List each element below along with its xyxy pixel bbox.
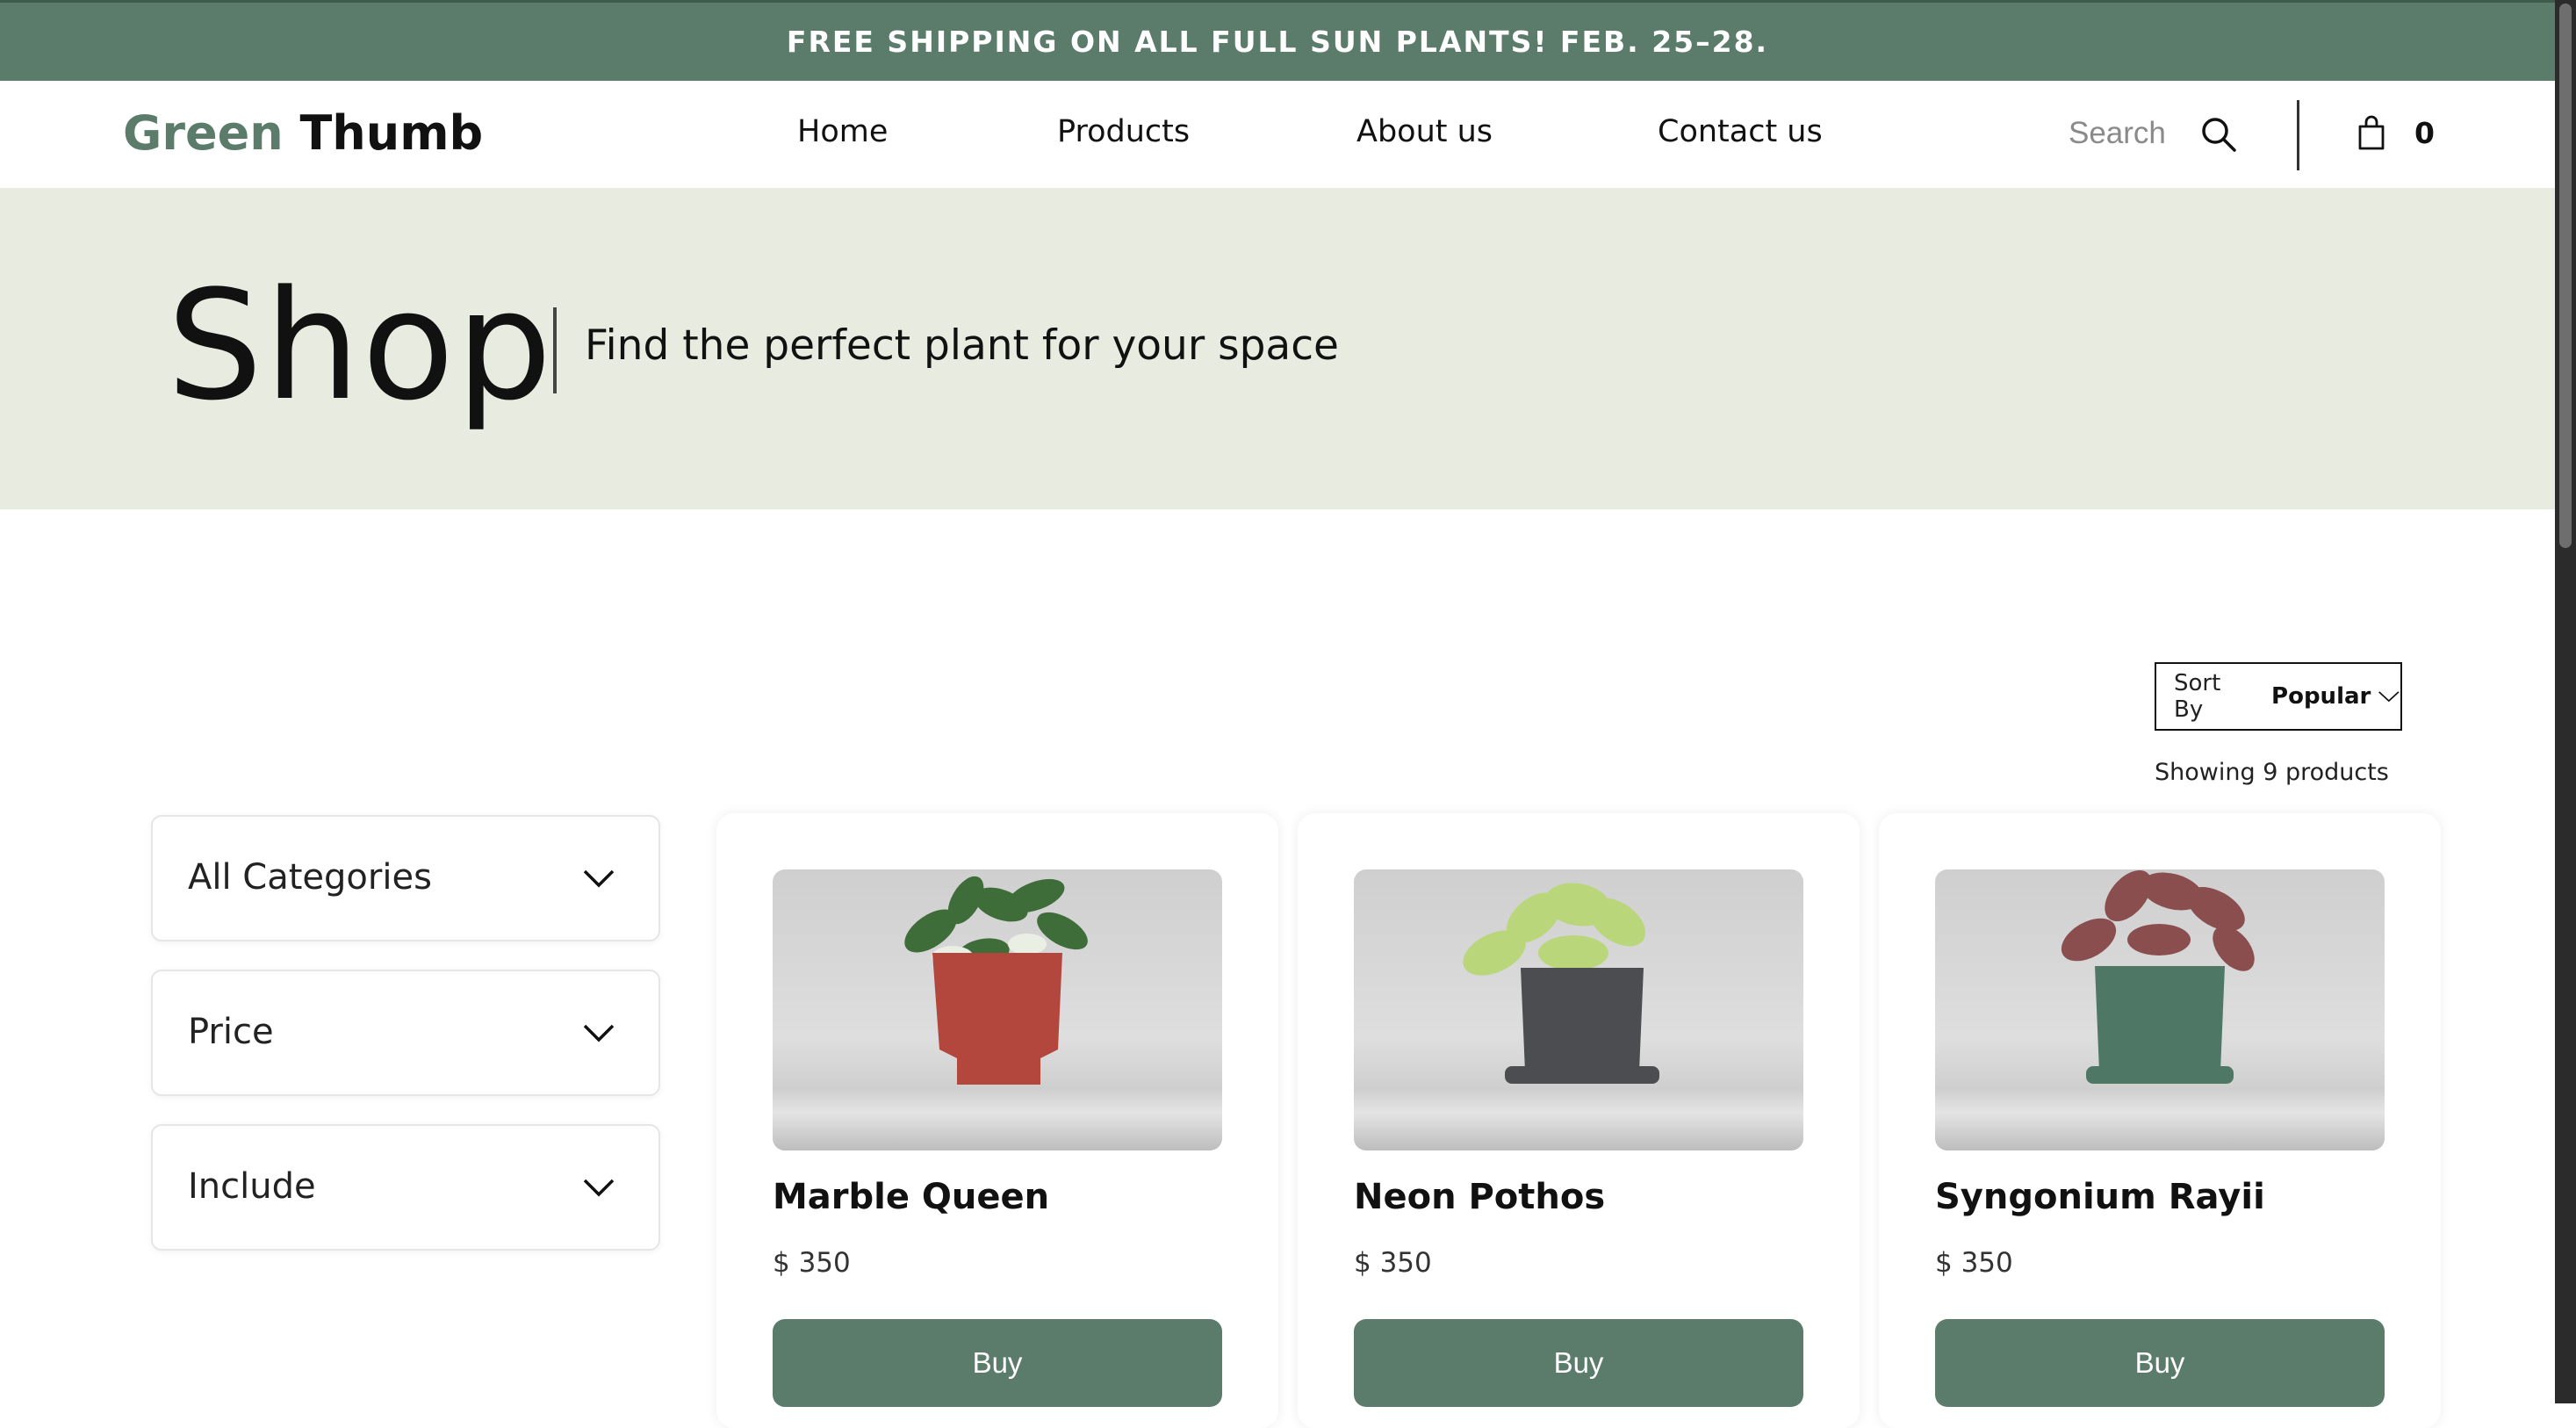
filter-label: Include [188, 1166, 316, 1207]
product-name[interactable]: Marble Queen [773, 1177, 1049, 1217]
search-input[interactable]: Search [2069, 116, 2166, 151]
buy-button-label: Buy [972, 1346, 1023, 1379]
sort-value: Popular [2271, 683, 2371, 710]
product-count-text: Showing 9 products [2155, 759, 2389, 786]
filter-include[interactable]: Include [151, 1124, 660, 1251]
hero-divider [553, 307, 557, 393]
product-name[interactable]: Neon Pothos [1354, 1177, 1605, 1217]
product-card[interactable]: Syngonium Rayii $ 350 Buy [1879, 813, 2441, 1428]
plant-illustration [904, 876, 1088, 1085]
nav-about-us[interactable]: About us [1356, 114, 1493, 149]
plant-illustration [2061, 869, 2255, 1084]
announcement-text: FREE SHIPPING ON ALL FULL SUN PLANTS! FE… [786, 25, 1769, 59]
nav-products[interactable]: Products [1057, 114, 1190, 149]
product-image[interactable] [773, 869, 1222, 1150]
cart-count: 0 [2414, 116, 2435, 150]
product-card[interactable]: Marble Queen $ 350 Buy [716, 813, 1278, 1428]
filter-categories[interactable]: All Categories [151, 815, 660, 941]
site-header: Green Thumb Home Products About us Conta… [0, 81, 2555, 188]
logo-word-thumb: Thumb [299, 105, 484, 161]
filter-label: All Categories [188, 857, 432, 898]
leaf-variegation [1008, 934, 1047, 955]
sort-dropdown[interactable]: Sort By Popular [2155, 662, 2402, 731]
sort-label: Sort By [2174, 670, 2221, 723]
nav-home[interactable]: Home [797, 114, 888, 149]
search-icon[interactable] [2200, 116, 2237, 153]
chevron-down-icon [2378, 691, 2400, 703]
leaf [2127, 924, 2191, 956]
product-card[interactable]: Neon Pothos $ 350 Buy [1298, 813, 1860, 1428]
buy-button[interactable]: Buy [1935, 1319, 2385, 1407]
buy-button-label: Buy [1553, 1346, 1604, 1379]
leaf [1538, 935, 1608, 970]
chevron-down-icon [583, 1024, 615, 1042]
hero-banner: Shop Find the perfect plant for your spa… [0, 188, 2555, 509]
product-image[interactable] [1354, 869, 1803, 1150]
buy-button-label: Buy [2134, 1346, 2185, 1379]
plant-pot [2095, 966, 2225, 1071]
chevron-down-icon [583, 1179, 615, 1197]
buy-button[interactable]: Buy [773, 1319, 1222, 1407]
plant-pot [932, 953, 1062, 1085]
product-price: $ 350 [773, 1247, 851, 1279]
product-name[interactable]: Syngonium Rayii [1935, 1177, 2265, 1217]
product-image[interactable] [1935, 869, 2385, 1150]
plant-leaves [2061, 869, 2255, 971]
pot-saucer [1505, 1066, 1659, 1084]
announcement-bar: FREE SHIPPING ON ALL FULL SUN PLANTS! FE… [0, 0, 2555, 81]
filter-price[interactable]: Price [151, 970, 660, 1096]
shopping-bag-icon[interactable] [2357, 114, 2386, 151]
header-divider [2297, 100, 2299, 170]
page-subtitle: Find the perfect plant for your space [585, 321, 1339, 370]
filter-label: Price [188, 1012, 274, 1052]
scrollbar-thumb[interactable] [2559, 4, 2572, 548]
plant-pot [1521, 968, 1644, 1071]
logo[interactable]: Green Thumb [123, 105, 483, 161]
page-title: Shop [167, 257, 554, 434]
nav-contact-us[interactable]: Contact us [1658, 114, 1823, 149]
pot-saucer [2086, 1066, 2234, 1084]
chevron-down-icon [583, 869, 615, 888]
product-price: $ 350 [1935, 1247, 2013, 1279]
product-price: $ 350 [1354, 1247, 1432, 1279]
plant-illustration [1463, 883, 1659, 1084]
buy-button[interactable]: Buy [1354, 1319, 1803, 1407]
logo-word-green: Green [123, 105, 284, 161]
